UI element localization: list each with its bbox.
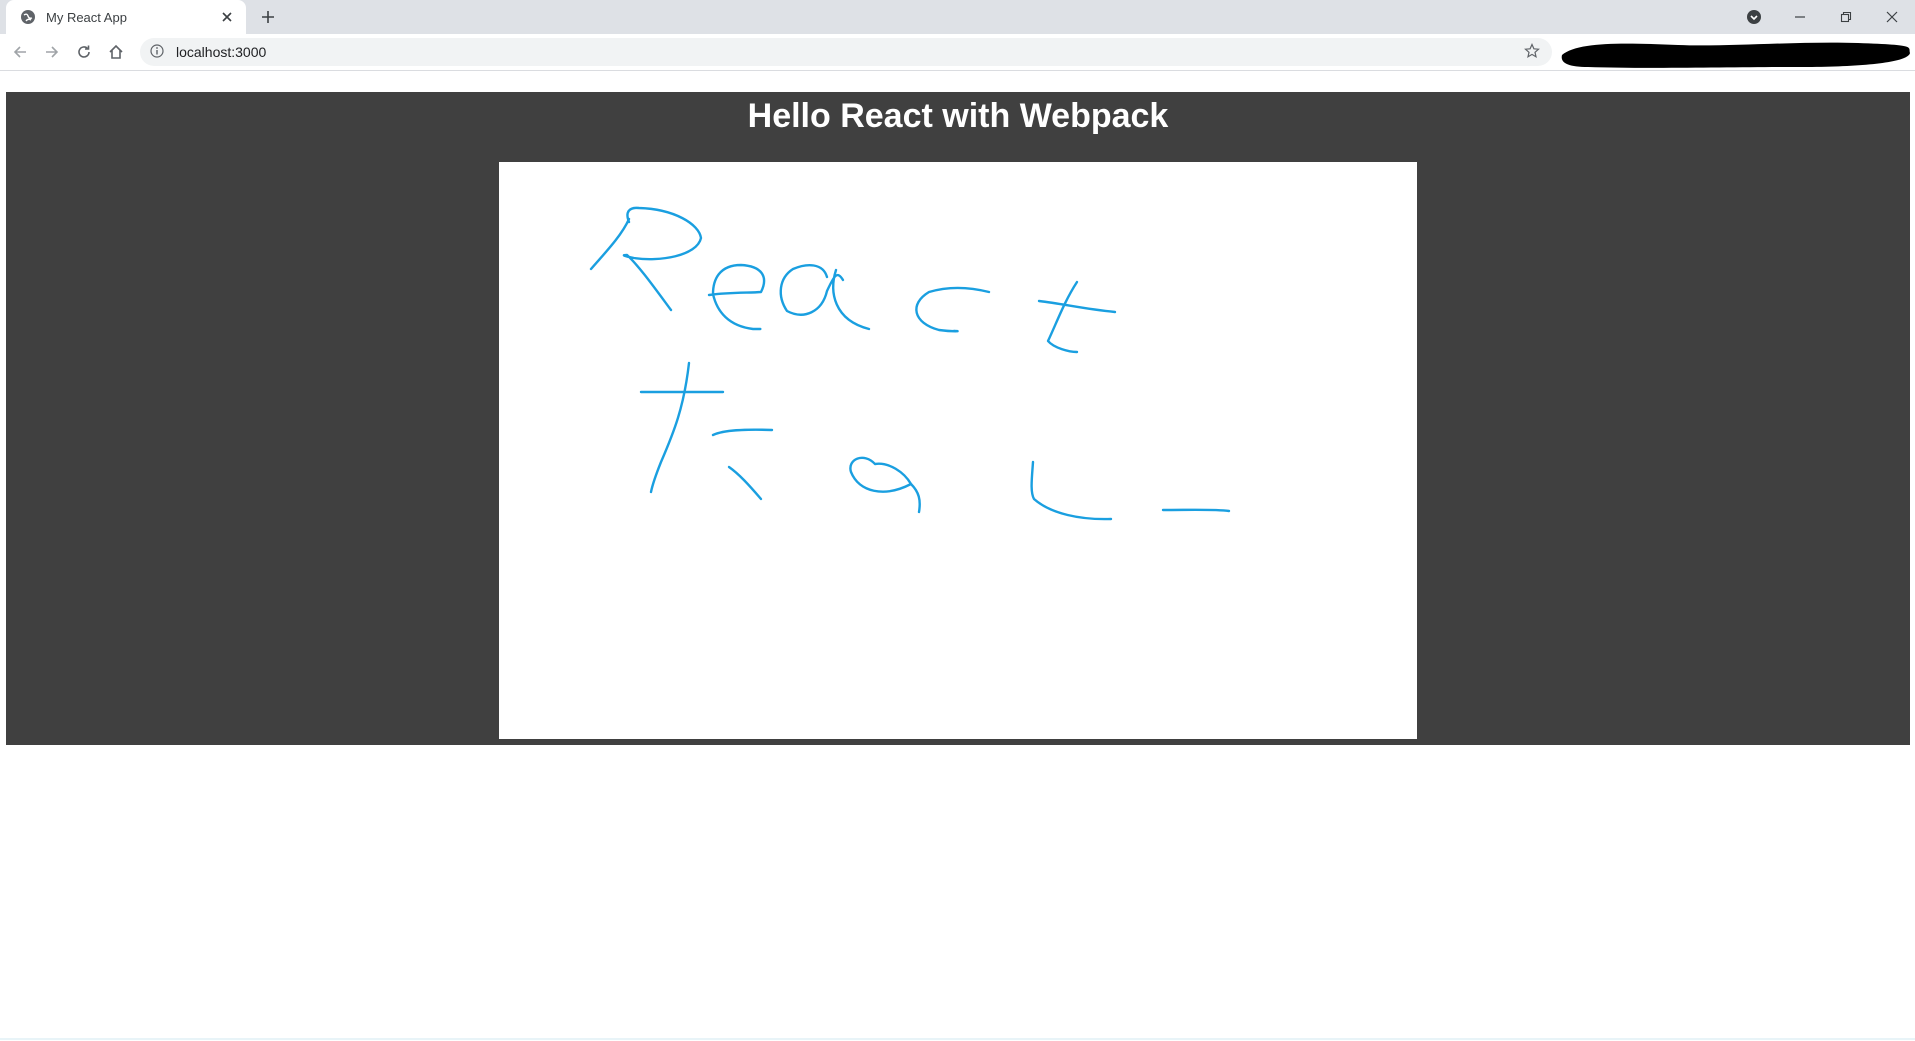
drawing-strokes xyxy=(589,206,1231,521)
browser-tab[interactable]: My React App xyxy=(6,0,246,34)
stroke-o xyxy=(849,456,921,514)
stroke-e xyxy=(707,263,766,331)
arrow-left-icon[interactable] xyxy=(8,40,32,64)
tab-title: My React App xyxy=(46,9,127,25)
stroke-r xyxy=(589,217,631,271)
info-icon[interactable] xyxy=(150,44,166,60)
stroke-l xyxy=(1030,460,1113,521)
plus-icon[interactable] xyxy=(256,5,280,29)
chevron-down-icon[interactable] xyxy=(1731,2,1777,32)
arrow-right-icon[interactable] xyxy=(40,40,64,64)
stroke-t-stem xyxy=(1046,280,1079,354)
home-icon[interactable] xyxy=(104,40,128,64)
drawing-canvas[interactable] xyxy=(499,162,1417,739)
stroke-o-tail xyxy=(727,465,763,501)
reload-icon[interactable] xyxy=(72,40,96,64)
app-container: Hello React with Webpack xyxy=(6,92,1910,745)
stroke-c xyxy=(915,286,991,333)
minimize-icon[interactable] xyxy=(1777,2,1823,32)
stroke-o-top xyxy=(711,428,774,437)
address-bar[interactable]: localhost:3000 xyxy=(140,38,1552,66)
close-tab-icon[interactable] xyxy=(218,8,236,26)
stroke-r-bowl xyxy=(622,206,703,312)
stroke-dash xyxy=(1161,508,1231,513)
status-line xyxy=(0,1038,1915,1040)
stroke-a xyxy=(779,264,871,331)
restore-icon[interactable] xyxy=(1823,2,1869,32)
window-controls xyxy=(1731,0,1915,34)
url-text[interactable]: localhost:3000 xyxy=(176,44,1524,60)
stroke-T-stem xyxy=(649,361,691,494)
tab-strip: My React App xyxy=(0,0,1915,34)
globe-icon xyxy=(20,9,36,25)
close-window-icon[interactable] xyxy=(1869,2,1915,32)
page-title: Hello React with Webpack xyxy=(747,97,1169,135)
redacted-profile-area xyxy=(1558,37,1913,71)
stroke-t-cross xyxy=(1037,299,1117,314)
star-icon[interactable] xyxy=(1524,43,1542,61)
